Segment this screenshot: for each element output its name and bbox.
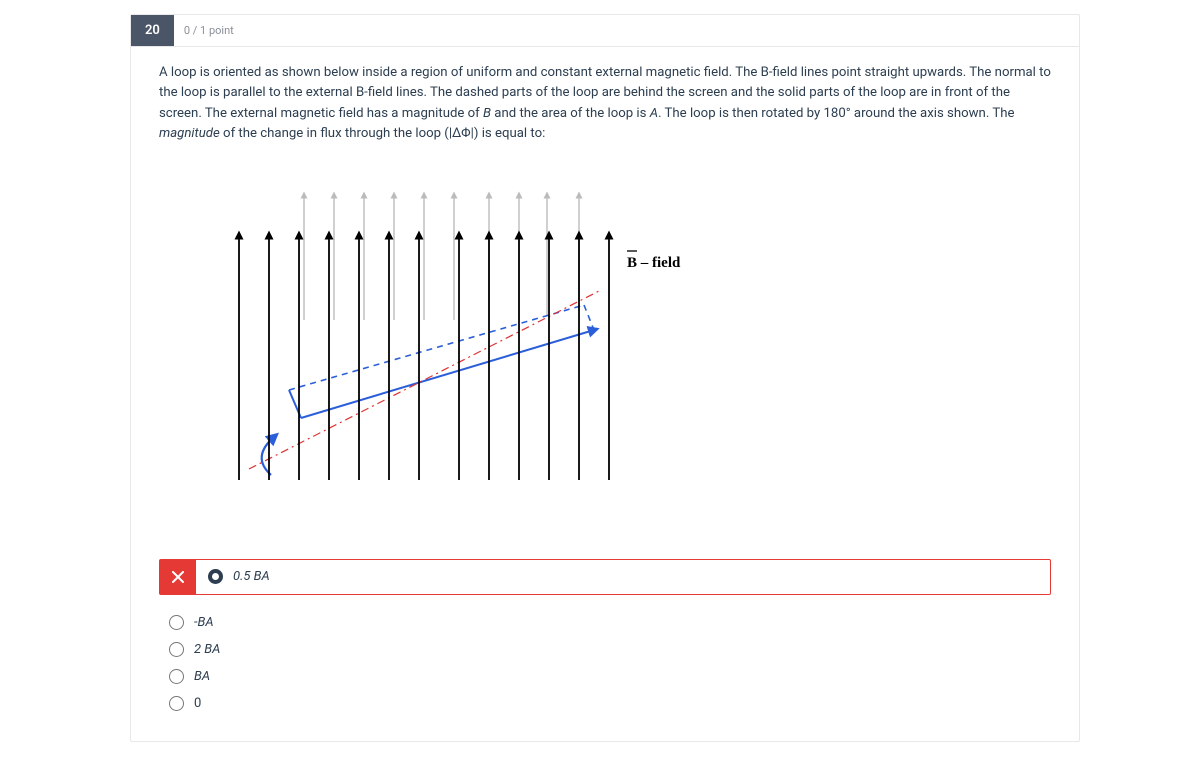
answer-label: 0.5 BA: [233, 569, 270, 584]
answer-label: 2 BA: [194, 642, 220, 657]
radio-empty-icon: [169, 615, 184, 630]
question-header: 20 0 / 1 point: [131, 15, 1079, 47]
answer-option[interactable]: 0: [159, 690, 1051, 717]
diagram-svg: B – field: [189, 175, 709, 505]
answer-label: -BA: [194, 615, 214, 630]
question-points: 0 / 1 point: [174, 15, 244, 46]
b-field-label: B – field: [627, 255, 681, 271]
qtext-part: of the change in flux through the loop (…: [220, 126, 546, 141]
answer-option-selected-wrong[interactable]: 0.5 BA: [159, 559, 1051, 595]
diagram: B – field: [189, 175, 1051, 509]
answer-label: 0: [194, 696, 201, 711]
qtext-var-a: A: [650, 106, 658, 121]
qtext-part: and the area of the loop is: [491, 106, 650, 121]
radio-empty-icon: [169, 642, 184, 657]
qtext-var-b: B: [483, 106, 491, 121]
question-number-badge: 20: [131, 15, 174, 46]
answer-option[interactable]: 2 BA: [159, 636, 1051, 663]
radio-selected-icon: [208, 569, 223, 584]
qtext-magnitude: magnitude: [159, 126, 220, 141]
radio-empty-icon: [169, 696, 184, 711]
wrong-icon: [160, 560, 196, 594]
question-body: A loop is oriented as shown below inside…: [131, 47, 1079, 741]
answer-option[interactable]: -BA: [159, 609, 1051, 636]
radio-empty-icon: [169, 669, 184, 684]
qtext-part: . The loop is then rotated by 180° aroun…: [658, 106, 1014, 121]
answer-body: 0.5 BA: [196, 560, 1050, 594]
rotation-arrow-icon: [262, 437, 274, 475]
question-text: A loop is oriented as shown below inside…: [159, 63, 1051, 145]
answer-option[interactable]: BA: [159, 663, 1051, 690]
answer-label: BA: [194, 669, 210, 684]
answers-group: 0.5 BA -BA 2 BA BA 0: [159, 559, 1051, 717]
question-card: 20 0 / 1 point A loop is oriented as sho…: [130, 14, 1080, 742]
rear-field-lines: [304, 195, 579, 320]
